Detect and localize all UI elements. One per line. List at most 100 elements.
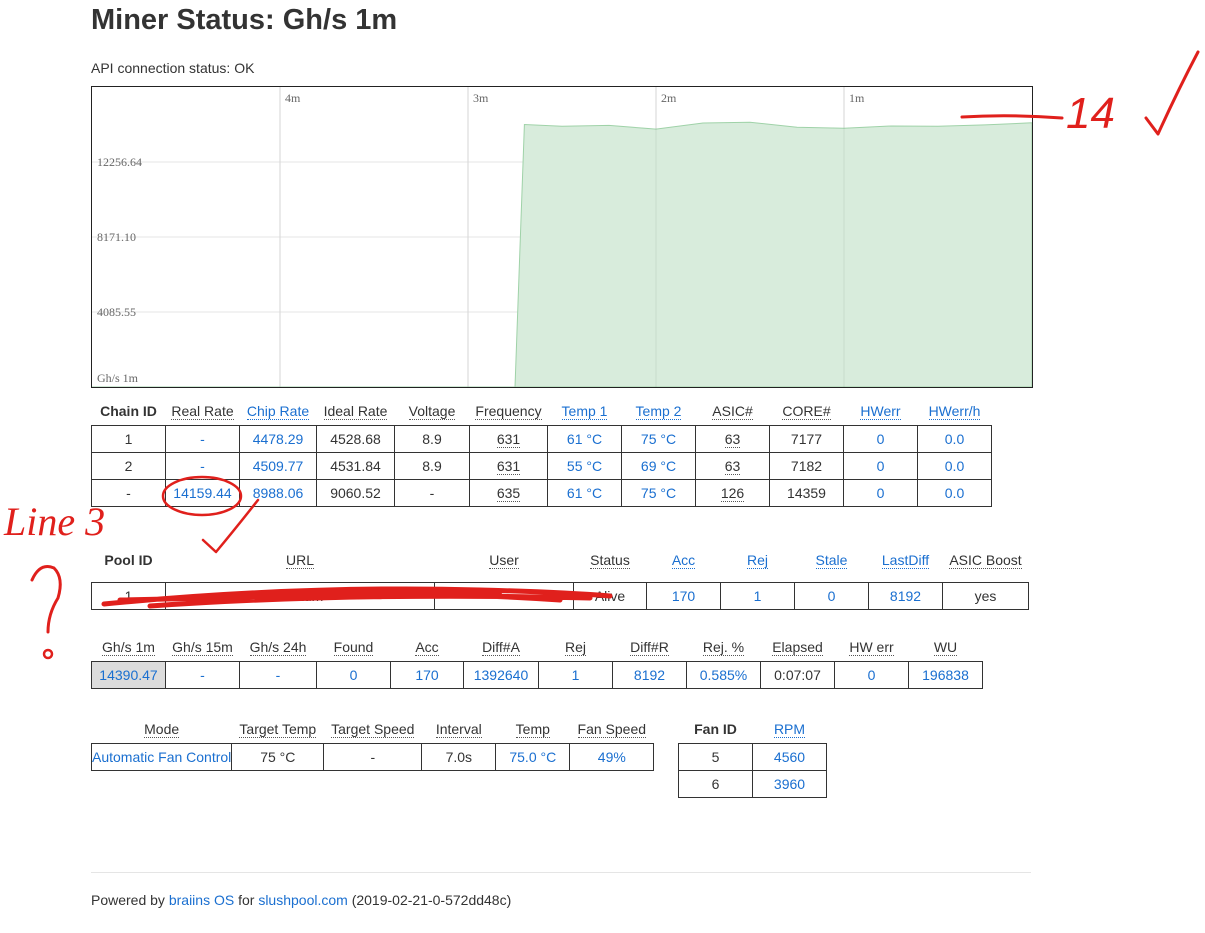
chart-x-tick-label: 2m (661, 91, 677, 105)
chains-cell-0-4: 8.9 (394, 425, 470, 453)
pools-header-4[interactable]: Acc (647, 538, 721, 582)
chains-cell-value: 631 (496, 458, 521, 475)
fan_control-header-label-5: Fan Speed (577, 721, 647, 738)
chains-cell-0-6: 61 °C (547, 425, 622, 453)
chains-header-label-6: Temp 1 (561, 403, 608, 420)
footer-divider (91, 872, 1031, 873)
chains-cell-value: 631 (496, 431, 521, 448)
chains-cell-0-11: 0.0 (917, 425, 992, 453)
pools-header-2: User (435, 538, 574, 582)
chains-cell-2-6: 61 °C (547, 479, 622, 507)
page-title: Miner Status: Gh/s 1m (91, 4, 398, 36)
fan_control-header-0: Mode (92, 715, 232, 744)
fans-header-0: Fan ID (679, 715, 753, 744)
pools-header-label-6: Stale (815, 551, 848, 569)
chains-header-11[interactable]: HWerr/h (918, 397, 992, 426)
chart-y-tick-label: 4085.55 (97, 305, 136, 319)
chains-header-3: Ideal Rate (317, 397, 395, 426)
chains-cell-2-4: - (394, 479, 470, 507)
chains-header-label-1: Real Rate (171, 403, 234, 420)
summary-cell-0-1: - (165, 661, 240, 689)
chains-cell-2-7: 75 °C (621, 479, 696, 507)
chains-header-10[interactable]: HWerr (844, 397, 918, 426)
fan_control-header-label-1: Target Temp (239, 721, 317, 738)
fan_control-cell-0-4: 75.0 °C (495, 743, 571, 771)
chains-cell-1-7: 69 °C (621, 452, 696, 480)
chains-cell-value: 126 (720, 485, 745, 502)
summary-header-8: Rej. % (687, 633, 761, 662)
pools-cell-0-8: yes (942, 581, 1029, 610)
summary-header-label-1: Gh/s 15m (172, 639, 233, 656)
summary-header-5: Diff#A (464, 633, 539, 662)
fan_control-header-label-0: Mode (144, 721, 180, 738)
fan_control-header-label-4: Temp (515, 721, 550, 738)
pools-header-label-5: Rej (746, 551, 768, 569)
fans-header-1[interactable]: RPM (753, 715, 827, 744)
summary-header-6: Rej (539, 633, 613, 662)
chains-cell-0-10: 0 (843, 425, 918, 453)
chains-cell-1-2: 4509.77 (239, 452, 317, 480)
fan_control-header-label-2: Target Speed (331, 721, 415, 738)
pools-header-label-2: User (489, 551, 519, 569)
fan_control-cell-0-2: - (323, 743, 423, 771)
summary-header-11: WU (909, 633, 983, 662)
chains-cell-2-5: 635 (469, 479, 548, 507)
fan-control-header-row: Mode Target Temp Target Speed Interval Temp F… (92, 715, 654, 744)
chains-row: -14159.44 8988.06 9060.52-635 61 °C 75 °C 126… (91, 479, 992, 507)
pools-header-label-0: Pool ID (104, 551, 153, 568)
pools-header-5[interactable]: Rej (721, 538, 795, 582)
chains-cell-2-0: - (91, 479, 166, 507)
chains-cell-2-1: 14159.44 (165, 479, 240, 507)
summary-header-label-6: Rej (564, 639, 586, 656)
chains-header-6[interactable]: Temp 1 (548, 397, 622, 426)
braiins-os-link[interactable]: braiins OS (169, 892, 234, 908)
chains-header-label-3: Ideal Rate (323, 403, 388, 420)
chains-header-label-0: Chain ID (100, 403, 157, 419)
chains-cell-1-3: 4531.84 (316, 452, 395, 480)
pools-header-label-3: Status (590, 551, 630, 569)
summary-cell-0-0: 14390.47 (91, 661, 166, 689)
pools-cell-0-2 (434, 581, 574, 610)
chains-header-8: ASIC# (696, 397, 770, 426)
pools-cell-0-5: 1 (720, 581, 795, 610)
chains-cell-2-2: 8988.06 (239, 479, 317, 507)
fans-table: Fan ID RPM 5 4560 6 3960 (678, 715, 827, 798)
summary-header-label-9: Elapsed (772, 639, 823, 656)
chains-header-1: Real Rate (166, 397, 240, 426)
fans-cell-1-1: 3960 (752, 770, 827, 798)
summary-cell-0-6: 1 (538, 661, 613, 689)
chains-cell-2-8: 126 (695, 479, 770, 507)
chart-x-tick-label: 1m (849, 91, 865, 105)
chains-header-row: Chain ID Real Rate Chip Rate Ideal Rate Volt… (92, 397, 992, 426)
chains-table: Chain ID Real Rate Chip Rate Ideal Rate Volt… (91, 397, 992, 507)
chains-header-label-8: ASIC# (712, 403, 753, 420)
pools-header-7[interactable]: LastDiff (869, 538, 943, 582)
slushpool-link[interactable]: slushpool.com (258, 892, 348, 908)
fans-cell-1-0: 6 (678, 770, 753, 798)
fans-row: 5 4560 (678, 743, 827, 771)
chains-cell-0-7: 75 °C (621, 425, 696, 453)
pools-header-label-7: LastDiff (881, 551, 930, 569)
fan-control-table: Mode Target Temp Target Speed Interval Temp F… (90, 715, 655, 771)
summary-row: 14390.47- -0 170 1392640 1 8192 0.585% 0:07:07 0… (91, 661, 983, 689)
chart-x-tick-label: 4m (285, 91, 301, 105)
summary-cell-0-8: 0.585% (686, 661, 761, 689)
footer-version: (2019-02-21-0-572dd48c) (347, 892, 512, 908)
chains-header-7[interactable]: Temp 2 (622, 397, 696, 426)
fan_control-header-4: Temp (496, 715, 570, 744)
fan_control-cell-0-0: Automatic Fan Control (90, 743, 233, 771)
chains-cell-1-9: 7182 (769, 452, 844, 480)
summary-header-label-3: Found (333, 639, 374, 656)
summary-header-label-11: WU (933, 639, 958, 656)
pools-header-3: Status (574, 538, 647, 582)
chart-y-axis-label: Gh/s 1m (97, 371, 139, 385)
chains-header-label-9: CORE# (782, 403, 831, 420)
summary-cell-0-9: 0:07:07 (760, 661, 835, 689)
pools-header-6[interactable]: Stale (795, 538, 869, 582)
annotation-text-14: 14 (1066, 89, 1115, 138)
chains-header-label-2: Chip Rate (246, 403, 310, 420)
chains-header-2[interactable]: Chip Rate (240, 397, 317, 426)
chains-cell-2-9: 14359 (769, 479, 844, 507)
chains-row: 2-4509.77 4531.84 8.9 631 55 °C 69 °C 63 7182 0 0… (91, 452, 992, 480)
chains-header-0: Chain ID (92, 397, 166, 426)
